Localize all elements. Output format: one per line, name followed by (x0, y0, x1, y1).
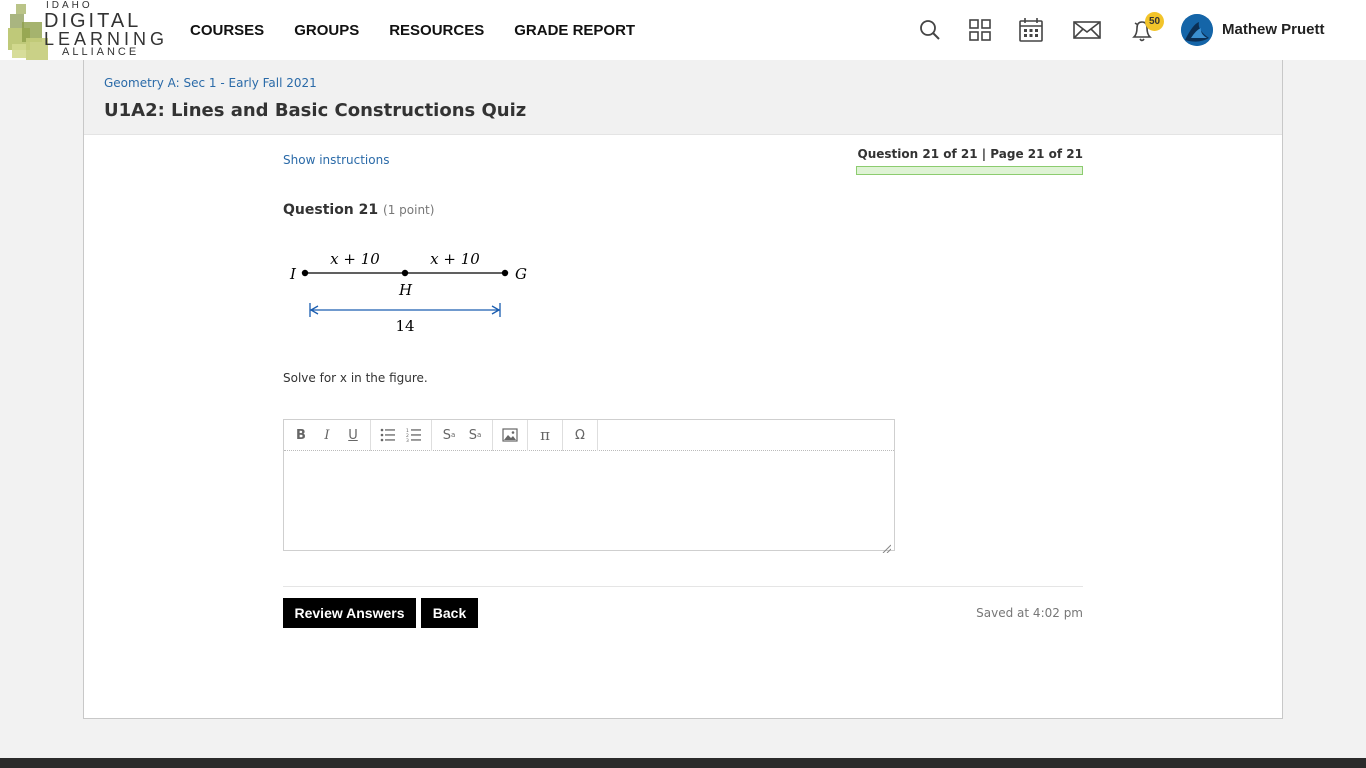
question-counter: Question 21 of 21 | Page 21 of 21 (857, 147, 1084, 161)
question-label: Question 21 (283, 202, 379, 218)
quiz-progress-bar (856, 166, 1083, 175)
svg-text:3: 3 (406, 438, 409, 442)
point-h-dot (401, 269, 409, 277)
question-heading: Question 21 (1 point) (283, 202, 434, 218)
quiz-progress-fill (857, 167, 1082, 174)
nav-grade-report[interactable]: GRADE REPORT (514, 22, 635, 39)
search-icon[interactable] (916, 16, 944, 44)
saved-status: Saved at 4:02 pm (976, 606, 1083, 620)
logo-text-alliance: ALLIANCE (62, 46, 140, 58)
dimension-total-label: 14 (395, 317, 414, 335)
superscript-icon[interactable]: Sa (436, 424, 462, 446)
back-button[interactable]: Back (421, 598, 478, 628)
bullet-list-icon[interactable] (375, 424, 401, 446)
review-answers-button[interactable]: Review Answers (283, 598, 416, 628)
panel-header: Geometry A: Sec 1 - Early Fall 2021 U1A2… (84, 60, 1282, 135)
segment-hg-label: x + 10 (430, 250, 480, 268)
point-i-label: I (289, 265, 297, 283)
omega-icon[interactable]: Ω (567, 424, 593, 446)
breadcrumb[interactable]: Geometry A: Sec 1 - Early Fall 2021 (104, 76, 317, 90)
answer-textarea[interactable] (284, 451, 894, 550)
nav-resources[interactable]: RESOURCES (389, 22, 484, 39)
nav-courses[interactable]: COURSES (190, 22, 264, 39)
bold-icon[interactable]: B (288, 424, 314, 446)
format-group: B I U (284, 419, 371, 451)
subscript-icon[interactable]: Sa (462, 424, 488, 446)
math-group: π (528, 419, 563, 451)
quiz-panel: Geometry A: Sec 1 - Early Fall 2021 U1A2… (83, 60, 1283, 719)
underline-icon[interactable]: U (340, 424, 366, 446)
show-instructions-link[interactable]: Show instructions (283, 153, 389, 167)
nav-groups[interactable]: GROUPS (294, 22, 359, 39)
italic-icon[interactable]: I (314, 424, 340, 446)
page-footer (0, 758, 1366, 768)
script-group: Sa Sa (432, 419, 493, 451)
notification-badge[interactable]: 50 (1145, 12, 1164, 31)
pi-icon[interactable]: π (532, 424, 558, 446)
point-g-label: G (515, 265, 527, 283)
point-i-dot (301, 269, 309, 277)
segment-ih-label: x + 10 (330, 250, 380, 268)
main-nav: COURSES GROUPS RESOURCES GRADE REPORT (190, 0, 635, 60)
segment-figure: I H G x + 10 x + 10 14 (281, 242, 541, 342)
answer-editor: B I U 123 Sa Sa π Ω (283, 419, 895, 554)
mail-icon[interactable] (1072, 16, 1102, 44)
question-points: (1 point) (383, 203, 435, 217)
top-nav: IDAHO DIGITAL LEARNING ALLIANCE COURSES … (0, 0, 1366, 60)
apps-grid-icon[interactable] (966, 16, 994, 44)
numbered-list-icon[interactable]: 123 (401, 424, 427, 446)
user-name[interactable]: Mathew Pruett (1222, 21, 1325, 38)
resize-handle-icon[interactable] (882, 538, 892, 554)
avatar[interactable] (1181, 14, 1213, 46)
footer-divider (283, 586, 1083, 587)
symbol-group: Ω (563, 419, 598, 451)
idla-logo[interactable]: IDAHO DIGITAL LEARNING ALLIANCE (8, 0, 173, 60)
question-text: Solve for x in the figure. (283, 371, 428, 385)
point-g-dot (501, 269, 509, 277)
point-h-label: H (398, 281, 413, 299)
list-group: 123 (371, 419, 432, 451)
image-icon[interactable] (497, 424, 523, 446)
page-title: U1A2: Lines and Basic Constructions Quiz (104, 100, 527, 121)
calendar-icon[interactable] (1017, 16, 1045, 44)
image-group (493, 419, 528, 451)
editor-toolbar: B I U 123 Sa Sa π Ω (284, 419, 894, 451)
